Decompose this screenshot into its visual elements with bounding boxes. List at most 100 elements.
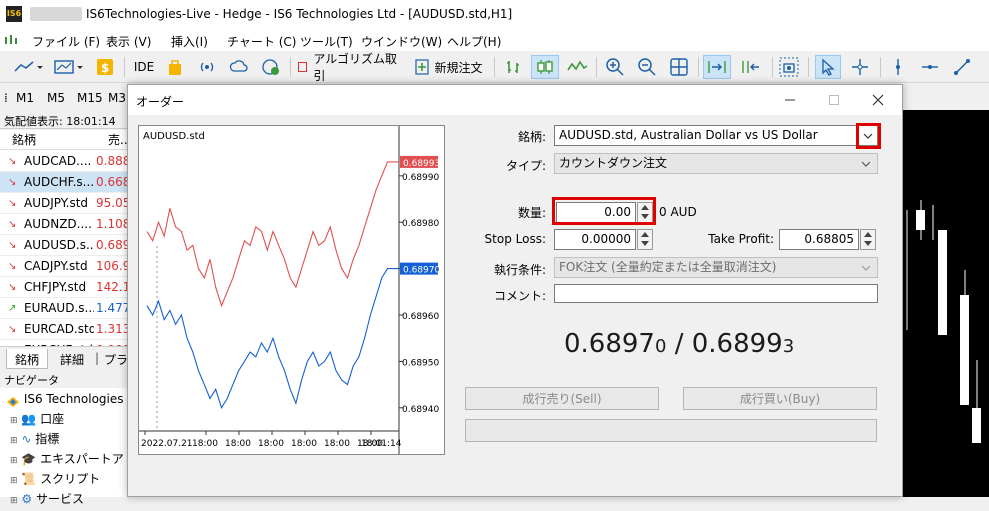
x-tick-label: 18:00 (225, 439, 251, 449)
menu-chart[interactable]: チャート (C) (227, 33, 296, 50)
sell-button[interactable]: 成行売り(Sell) (465, 387, 659, 410)
stoploss-label: Stop Loss: (484, 232, 546, 246)
minimize-icon[interactable] (768, 85, 812, 115)
expand-icon[interactable]: ⊞ (10, 496, 18, 506)
menu-window[interactable]: ウインドウ(W) (361, 33, 442, 50)
order-dialog-titlebar: オーダー (128, 85, 902, 115)
menu-file[interactable]: ファイル (F) (32, 33, 100, 50)
algo-trading-button[interactable]: アルゴリズム取引 (298, 52, 402, 83)
market-watch-row[interactable]: ↘ AUDCHF.s...0.668... (0, 172, 127, 193)
horizontal-line-icon[interactable] (918, 55, 942, 79)
market-watch-row[interactable]: ↗ EURAUD.s...1.477... (0, 298, 127, 319)
market-watch-row[interactable]: ↘ AUDUSD.s...0.689... (0, 235, 127, 256)
x-tick-label: 18:00 (324, 439, 350, 449)
menu-help[interactable]: ヘルプ(H) (447, 33, 501, 50)
timeframe-m30[interactable]: M3 (108, 91, 126, 105)
takeprofit-down-icon[interactable] (861, 239, 875, 248)
trendline-icon[interactable] (950, 55, 974, 79)
symbol-select[interactable]: AUDUSD.std, Australian Dollar vs US Doll… (554, 125, 878, 146)
tab-details[interactable]: 詳細 (60, 351, 84, 368)
toolbar: $ IDE アルゴリズム取引 新規注文 (0, 51, 989, 83)
new-order-button[interactable]: 新規注文 (412, 55, 486, 79)
signals-icon[interactable] (196, 55, 218, 79)
comment-input[interactable] (554, 284, 878, 303)
y-tick-label: 0.68980 (402, 219, 439, 229)
buy-button[interactable]: 成行買い(Buy) (683, 387, 877, 410)
dollar-icon[interactable]: $ (94, 55, 116, 79)
expand-icon[interactable]: ⊞ (10, 416, 18, 426)
market-watch-tabs: 銘柄 詳細 | プライ (0, 346, 140, 369)
expand-icon[interactable]: ⊞ (10, 456, 18, 466)
screenshot-icon[interactable] (777, 55, 801, 79)
market-watch-row[interactable]: ↘ AUDCAD.... 0.888... (0, 151, 127, 172)
menu-tools[interactable]: ツール(T) (300, 33, 353, 50)
exec-policy-select[interactable]: FOK注文 (全量約定または全量取消注文) (554, 257, 878, 278)
vps-icon[interactable] (259, 55, 283, 79)
market-watch-row[interactable]: ↘ CADJPY.std 106.9... (0, 256, 127, 277)
market-bag-icon[interactable] (164, 55, 186, 79)
ide-button[interactable]: IDE (130, 55, 158, 79)
x-tick-label: 18:00 (258, 439, 284, 449)
menu-insert[interactable]: 挿入(I) (171, 33, 208, 50)
expand-icon[interactable]: ⊞ (10, 436, 18, 446)
nav-item-services[interactable]: ⊞ ⚙ サービス (10, 489, 84, 509)
zoom-in-icon[interactable] (603, 55, 627, 79)
main-chart-candles (906, 200, 981, 443)
bid-price-fraction: 0 (654, 336, 667, 357)
expand-icon[interactable]: ⊞ (10, 476, 18, 486)
line-chart-icon[interactable] (565, 55, 589, 79)
tick-chart: AUDUSD.std 0.68990 0.68980 0.68970 0.68960 0.… (138, 125, 445, 455)
timeframe-m5[interactable]: M5 (47, 91, 65, 105)
col-symbol[interactable]: 銘柄 (12, 130, 36, 150)
market-watch-row[interactable]: ↘ EURCAD.std1.313... (0, 319, 127, 340)
market-watch-row[interactable]: ↘ AUDJPY.std 95.05... (0, 193, 127, 214)
menu-view[interactable]: 表示 (V) (106, 33, 151, 50)
market-watch-row[interactable]: ↘ CHFJPY.std 142.1... (0, 277, 127, 298)
svg-text:$: $ (101, 61, 109, 75)
market-watch-symbol: AUDCAD.... (24, 154, 92, 168)
nav-item-broker[interactable]: IS6 Technologies M (6, 389, 138, 409)
timeframe-m1[interactable]: M1 (16, 91, 34, 105)
col-bid[interactable]: 売... (108, 130, 127, 150)
navigator-panel: IS6 Technologies M ⊞ 👥 口座 ⊞ ∿ 指標 ⊞ 🎓 エキス… (0, 388, 148, 506)
services-icon: ⚙ (21, 492, 33, 506)
y-tick-label: 0.68990 (402, 173, 439, 183)
crosshair-icon[interactable] (848, 55, 872, 79)
candlestick-icon[interactable] (531, 55, 559, 79)
takeprofit-stepper[interactable] (860, 229, 876, 250)
stoploss-up-icon[interactable] (638, 230, 652, 239)
ask-price-fraction: 3 (782, 336, 795, 357)
stoploss-stepper[interactable] (637, 229, 653, 250)
volume-unit: 0 AUD (659, 205, 697, 219)
zoom-out-icon[interactable] (635, 55, 659, 79)
menu-bar: ファイル (F) 表示 (V) 挿入(I) チャート (C) ツール(T) ウイ… (0, 29, 989, 51)
bid-price: 0.6897 (564, 329, 655, 359)
close-icon[interactable] (856, 85, 900, 115)
market-watch-row[interactable]: ↘ AUDNZD.... 1.108... (0, 214, 127, 235)
tab-symbols[interactable]: 銘柄 (6, 349, 49, 369)
place-button[interactable] (465, 419, 877, 442)
nav-item-label: サービス (35, 492, 84, 506)
comment-label: コメント: (493, 289, 546, 303)
cursor-icon[interactable] (815, 55, 841, 79)
nav-item-scripts[interactable]: ⊞ 📜 スクリプト (10, 469, 100, 489)
chart-type-button[interactable] (10, 55, 46, 79)
cloud-icon[interactable] (227, 55, 251, 79)
main-chart-area[interactable] (903, 110, 989, 497)
templates-button[interactable] (52, 55, 88, 79)
takeprofit-input[interactable]: 0.68805 (779, 229, 859, 250)
tile-windows-icon[interactable] (667, 55, 691, 79)
stoploss-down-icon[interactable] (638, 239, 652, 248)
nav-item-accounts[interactable]: ⊞ 👥 口座 (10, 409, 64, 429)
market-watch-bid: 0.668... (96, 175, 127, 189)
order-type-select[interactable]: カウントダウン注文 (554, 153, 878, 174)
stoploss-input[interactable]: 0.00000 (554, 229, 636, 250)
timeframe-m15[interactable]: M15 (77, 91, 103, 105)
exec-policy-chevron-icon (861, 258, 871, 277)
vertical-line-icon[interactable] (886, 55, 910, 79)
takeprofit-up-icon[interactable] (861, 230, 875, 239)
bar-chart-icon[interactable] (502, 55, 526, 79)
autoscroll-icon[interactable] (703, 55, 731, 79)
chart-shift-icon[interactable] (737, 55, 765, 79)
nav-item-indicators[interactable]: ⊞ ∿ 指標 (10, 429, 59, 449)
